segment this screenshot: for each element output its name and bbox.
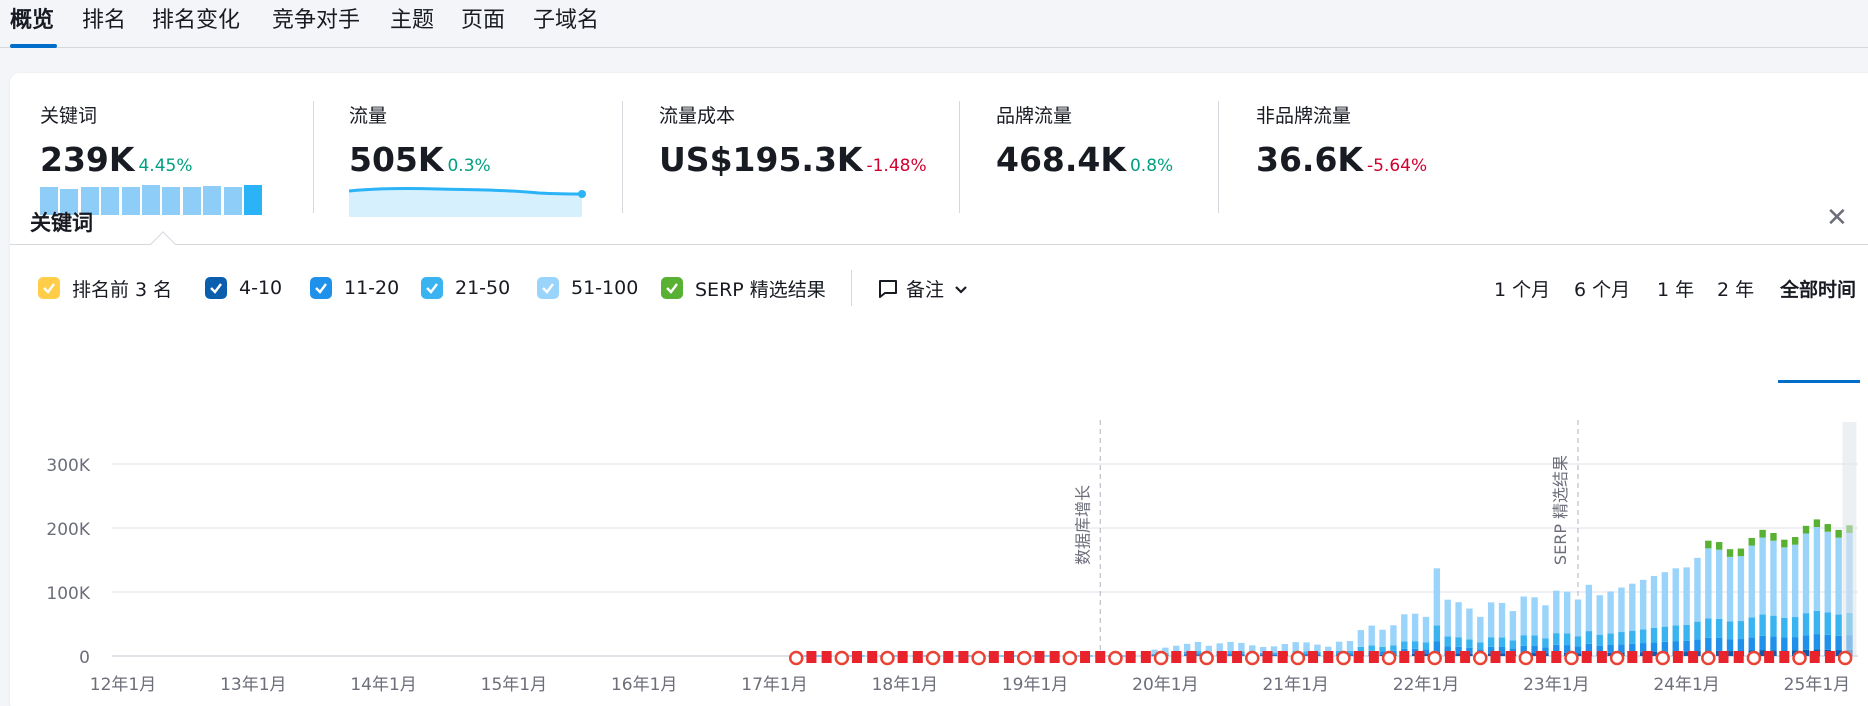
overview-card: 关键词 239K 4.45% 流量 505K 0.3% 流量成本 US$195.3K… <box>10 73 1868 706</box>
sparkline-bar <box>101 187 120 215</box>
kpi-traffic-cost-delta: -1.48% <box>866 156 927 176</box>
sparkline-bar <box>203 186 222 215</box>
range-2-years[interactable]: 2 年 <box>1717 275 1754 302</box>
legend-serp-features[interactable]: SERP 精选结果 <box>661 275 826 301</box>
kpi-brand-traffic-label: 品牌流量 <box>996 105 1073 127</box>
kpi-traffic-cost-label: 流量成本 <box>659 105 736 127</box>
sparkline-bar <box>121 186 140 215</box>
range-1-year[interactable]: 1 年 <box>1657 275 1694 302</box>
legend-top3-label: 排名前 3 名 <box>72 278 173 301</box>
kpi-nonbrand-traffic-label: 非品牌流量 <box>1256 105 1352 127</box>
report-tabs: 概览 排名 排名变化 竞争对手 主题 页面 子域名 <box>0 0 1868 48</box>
kpi-nonbrand-traffic[interactable]: 非品牌流量 36.6K -5.64% <box>1256 101 1427 179</box>
legend-4-10[interactable]: 4-10 <box>205 275 282 301</box>
kpi-traffic-cost[interactable]: 流量成本 US$195.3K -1.48% <box>659 101 927 179</box>
tab-overview[interactable]: 概览 <box>10 2 54 34</box>
kpi-keywords-delta: 4.45% <box>138 156 193 176</box>
sparkline-bar <box>244 185 262 215</box>
close-icon[interactable]: ✕ <box>1826 203 1848 233</box>
kpi-separator <box>313 101 314 213</box>
comment-icon <box>879 279 897 298</box>
notes-dropdown[interactable]: 备注 <box>876 275 970 302</box>
legend-4-10-label: 4-10 <box>239 277 283 299</box>
sparkline-bar <box>162 186 181 215</box>
kpi-nonbrand-traffic-value: 36.6K <box>1256 140 1363 179</box>
selected-kpi-caret <box>150 231 176 257</box>
kpi-separator <box>959 101 960 213</box>
sparkline-bar <box>142 185 160 215</box>
kpi-keywords-value: 239K <box>40 140 135 179</box>
kpi-row: 关键词 239K 4.45% 流量 505K 0.3% 流量成本 US$195.3K… <box>10 73 1868 257</box>
kpi-keywords-label: 关键词 <box>40 105 98 127</box>
kpi-nonbrand-traffic-delta: -5.64% <box>1367 156 1428 176</box>
tab-topics[interactable]: 主题 <box>390 2 434 34</box>
tab-pages[interactable]: 页面 <box>461 2 505 34</box>
checkbox-icon <box>38 277 60 299</box>
kpi-keywords[interactable]: 关键词 239K 4.45% <box>40 101 192 179</box>
traffic-sparkline <box>349 186 586 217</box>
kpi-traffic-value: 505K <box>349 140 444 179</box>
kpi-separator <box>1218 101 1219 213</box>
legend-21-50[interactable]: 21-50 <box>421 275 510 301</box>
sparkline-bar <box>223 186 242 215</box>
legend-top3[interactable]: 排名前 3 名 <box>38 275 172 301</box>
checkbox-icon <box>421 277 443 299</box>
notes-label: 备注 <box>906 279 945 301</box>
kpi-separator <box>622 101 623 213</box>
legend-11-20[interactable]: 11-20 <box>310 275 399 301</box>
kpi-traffic[interactable]: 流量 505K 0.3% <box>349 101 491 179</box>
checkbox-icon <box>661 277 683 299</box>
tab-position-changes[interactable]: 排名变化 <box>152 2 240 34</box>
range-all-time[interactable]: 全部时间 <box>1780 275 1856 302</box>
checkbox-icon <box>537 277 559 299</box>
tab-subdomains[interactable]: 子域名 <box>533 2 599 34</box>
legend-21-50-label: 21-50 <box>455 277 511 299</box>
checkbox-icon <box>310 277 332 299</box>
legend-51-100[interactable]: 51-100 <box>537 275 638 301</box>
section-title: 关键词 <box>30 211 93 235</box>
range-1-month[interactable]: 1 个月 <box>1494 275 1550 302</box>
tab-positions[interactable]: 排名 <box>82 2 126 34</box>
kpi-traffic-label: 流量 <box>349 105 388 127</box>
kpi-brand-traffic-delta: 0.8% <box>1129 156 1174 176</box>
kpi-traffic-delta: 0.3% <box>447 156 491 176</box>
active-tab-indicator <box>10 44 57 48</box>
chevron-down-icon <box>955 285 967 294</box>
legend-51-100-label: 51-100 <box>571 277 639 299</box>
kpi-traffic-cost-value: US$195.3K <box>659 140 863 179</box>
active-range-indicator <box>1778 380 1860 383</box>
range-6-months[interactable]: 6 个月 <box>1574 275 1630 302</box>
sparkline-bar <box>182 187 201 215</box>
legend-divider <box>851 270 852 306</box>
legend-11-20-label: 11-20 <box>344 277 400 299</box>
kpi-brand-traffic-value: 468.4K <box>996 140 1126 179</box>
checkbox-icon <box>205 277 227 299</box>
tab-competitors[interactable]: 竞争对手 <box>272 2 360 34</box>
legend-serp-features-label: SERP 精选结果 <box>695 278 826 301</box>
kpi-brand-traffic[interactable]: 品牌流量 468.4K 0.8% <box>996 101 1173 179</box>
